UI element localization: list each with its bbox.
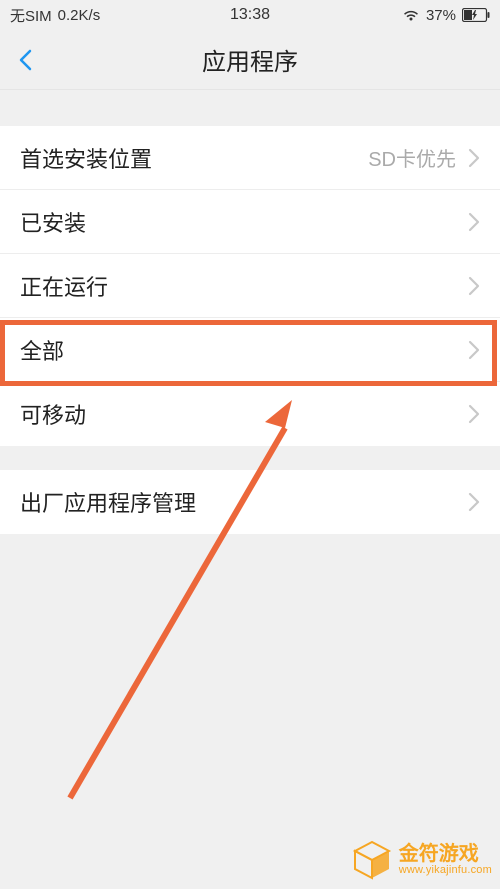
chevron-right-icon: [468, 148, 480, 168]
network-speed: 0.2K/s: [58, 7, 101, 24]
row-running[interactable]: 正在运行: [0, 254, 500, 318]
row-label: 全部: [20, 334, 468, 366]
battery-percent: 37%: [426, 7, 456, 24]
row-label: 已安装: [20, 206, 468, 238]
cube-icon: [351, 839, 393, 881]
row-install-location[interactable]: 首选安装位置 SD卡优先: [0, 126, 500, 190]
chevron-left-icon: [14, 48, 38, 72]
chevron-right-icon: [468, 340, 480, 360]
watermark-title: 金符游戏: [399, 844, 492, 865]
row-label: 正在运行: [20, 270, 468, 302]
sim-status: 无SIM: [10, 5, 52, 26]
page-title: 应用程序: [202, 42, 298, 77]
row-factory-apps[interactable]: 出厂应用程序管理: [0, 470, 500, 534]
battery-icon: [462, 8, 490, 22]
watermark-url: www.yikajinfu.com: [399, 865, 492, 877]
chevron-right-icon: [468, 492, 480, 512]
status-bar: 无SIM 0.2K/s 13:38 37%: [0, 0, 500, 30]
section-gap: [0, 90, 500, 126]
watermark: 金符游戏 www.yikajinfu.com: [351, 839, 492, 881]
back-button[interactable]: [14, 48, 38, 72]
row-value: SD卡优先: [368, 143, 456, 172]
row-label: 出厂应用程序管理: [20, 486, 468, 518]
chevron-right-icon: [468, 212, 480, 232]
row-label: 首选安装位置: [20, 142, 368, 174]
row-installed[interactable]: 已安装: [0, 190, 500, 254]
row-movable[interactable]: 可移动: [0, 382, 500, 446]
chevron-right-icon: [468, 404, 480, 424]
clock: 13:38: [230, 6, 270, 24]
row-all[interactable]: 全部: [0, 318, 500, 382]
nav-bar: 应用程序: [0, 30, 500, 90]
row-label: 可移动: [20, 398, 468, 430]
status-right: 37%: [402, 7, 490, 24]
section-gap: [0, 446, 500, 470]
wifi-icon: [402, 8, 420, 22]
chevron-right-icon: [468, 276, 480, 296]
status-left: 无SIM 0.2K/s: [10, 5, 100, 26]
